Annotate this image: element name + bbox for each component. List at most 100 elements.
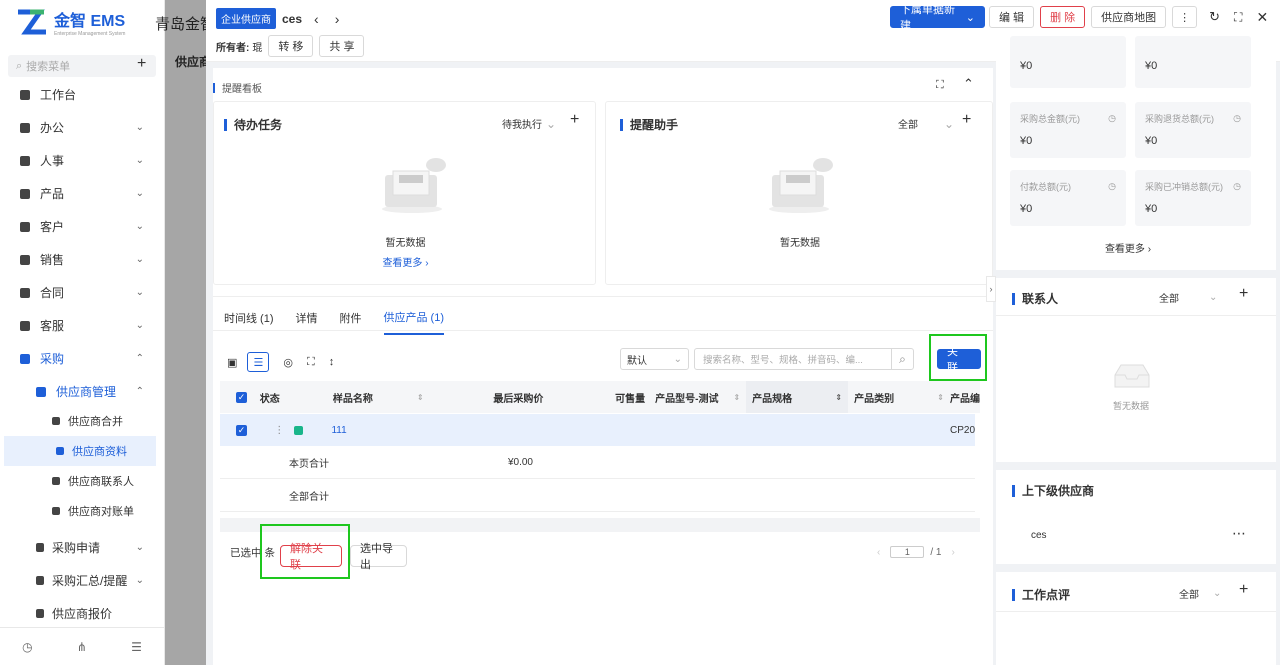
record-title: 企业供应商 ces ‹ ›	[216, 8, 339, 29]
sort-select[interactable]: 默认 ⌄	[620, 348, 689, 370]
col-status[interactable]: 状态	[260, 390, 333, 405]
row-checkbox[interactable]: ✓	[236, 424, 247, 436]
row-menu-icon[interactable]: ⋮	[274, 425, 284, 436]
sort-icon[interactable]: ⇕	[835, 393, 842, 402]
filter-icon[interactable]: ⋔	[77, 640, 87, 654]
sidebar-item-purchase-1[interactable]: 采购申请 ⌄	[0, 531, 164, 564]
supplier-map-button[interactable]: 供应商地图	[1091, 6, 1167, 28]
col-available[interactable]: 可售量	[543, 390, 645, 405]
sidebar-subitem-4[interactable]: 供应商对账单	[0, 496, 164, 526]
col-product-category[interactable]: 产品类别	[854, 390, 894, 405]
sidebar-item-contract[interactable]: 合同 ⌄	[0, 276, 164, 309]
stat-label: 付款总额(元)	[1020, 182, 1071, 192]
collapse-up-icon[interactable]: ⌃	[963, 76, 974, 92]
info-icon[interactable]: ◷	[1108, 113, 1116, 124]
contacts-filter-value: 全部	[1159, 294, 1179, 305]
col-last-price[interactable]: 最后采购价	[430, 390, 543, 405]
sidebar-item-sales[interactable]: 销售 ⌄	[0, 243, 164, 276]
card-view-icon[interactable]: ▣	[227, 356, 237, 369]
sort-icon[interactable]: ⇕	[937, 393, 944, 402]
fullscreen-icon[interactable]: ⛶	[1234, 10, 1242, 25]
search-icon[interactable]: ⌕	[891, 349, 913, 369]
document-icon	[36, 543, 44, 552]
select-all-checkbox[interactable]: ✓	[236, 391, 247, 403]
col-product-model[interactable]: 产品型号-测试	[655, 390, 718, 405]
prev-record-icon[interactable]: ‹	[314, 11, 319, 27]
todo-view-more-link[interactable]: 查看更多 ›	[214, 254, 597, 269]
more-icon[interactable]: ⋮	[1172, 6, 1198, 28]
divider	[996, 611, 1276, 612]
list-view-icon[interactable]: ☰	[247, 352, 270, 372]
sidebar-item-label: 工作台	[40, 88, 77, 102]
stats-view-more-link[interactable]: 查看更多 ›	[996, 240, 1260, 255]
add-icon[interactable]: +	[137, 55, 146, 73]
menu-collapse-icon[interactable]: ☰	[131, 640, 142, 654]
next-page-icon[interactable]: ›	[951, 547, 954, 558]
comments-filter-select[interactable]: 全部 ⌄	[1179, 586, 1221, 601]
page-input[interactable]: 1	[890, 546, 925, 558]
transfer-button[interactable]: 转 移	[268, 35, 314, 57]
sidebar-item-customer[interactable]: 客户 ⌄	[0, 210, 164, 243]
sidebar-item-people[interactable]: 人事 ⌄	[0, 144, 164, 177]
prev-page-icon[interactable]: ‹	[877, 547, 880, 558]
add-comment-icon[interactable]: +	[1239, 581, 1248, 599]
sort-icon[interactable]: ⇕	[733, 393, 740, 402]
close-icon[interactable]: ✕	[1256, 9, 1268, 26]
assistant-empty-text: 暂无数据	[780, 238, 820, 249]
edit-button[interactable]: 编 辑	[989, 6, 1035, 28]
stat-label: 采购退货总额(元)	[1145, 114, 1214, 124]
table-row[interactable]: ✓ ⋮ 111 CP20	[220, 414, 975, 446]
link-button[interactable]: 关 联	[937, 346, 981, 374]
sidebar-item-product[interactable]: 产品 ⌄	[0, 177, 164, 210]
col-product-spec[interactable]: 产品规格	[752, 390, 792, 405]
assistant-filter-select[interactable]: 全部 ⌄	[898, 116, 954, 132]
sort-icon[interactable]: ⇕	[417, 393, 424, 402]
next-record-icon[interactable]: ›	[335, 11, 340, 27]
add-todo-icon[interactable]: +	[570, 111, 579, 129]
row-sample-name[interactable]: 111	[331, 425, 426, 436]
delete-button[interactable]: 删 除	[1040, 6, 1086, 28]
menu-search-input[interactable]: ⌕ 搜索菜单	[8, 55, 156, 77]
history-icon[interactable]: ◷	[22, 640, 32, 654]
add-reminder-icon[interactable]: +	[962, 111, 971, 129]
sidebar-item-purchase[interactable]: 采购 ⌃	[0, 342, 164, 375]
col-product-code[interactable]: 产品编	[950, 390, 980, 405]
product-search-input[interactable]: 搜索名称、型号、规格、拼音码、编... ⌕	[694, 348, 914, 370]
sidebar-item-headset[interactable]: 客服 ⌄	[0, 309, 164, 342]
export-selected-button[interactable]: 选中导出	[350, 543, 407, 571]
unlink-button[interactable]: 解除关联	[280, 543, 342, 571]
sidebar-item-supplier-management[interactable]: 供应商管理 ⌃	[0, 375, 164, 408]
new-sub-document-label: 下属单据新建	[900, 4, 955, 32]
sidebar-item-purchase-3[interactable]: 供应商报价	[0, 597, 164, 630]
sidebar-subitem-3[interactable]: 供应商联系人	[0, 466, 164, 496]
add-contact-icon[interactable]: +	[1239, 285, 1248, 303]
share-button[interactable]: 共 享	[319, 35, 365, 57]
title-accent	[224, 118, 227, 131]
refresh-icon[interactable]: ↻	[1209, 9, 1220, 25]
fullscreen-table-icon[interactable]: ⛶	[307, 356, 315, 369]
expand-icon[interactable]: ⛶	[936, 79, 944, 92]
todo-filter-select[interactable]: 待我执行 ⌄	[502, 116, 556, 132]
sidebar-item-dashboard[interactable]: 工作台	[0, 78, 164, 111]
col-sample-name[interactable]: 样品名称	[333, 390, 373, 405]
info-icon[interactable]: ◷	[1233, 113, 1241, 124]
stat-value: ¥0	[1020, 203, 1033, 215]
side-panel-toggle[interactable]: ›	[986, 276, 996, 302]
sidebar-subitem-1[interactable]: 供应商合并	[0, 406, 164, 436]
stats-panel: ¥0 ¥0 采购总金额(元) ◷ ¥0 采购退货总额(元) ◷ ¥0 付款总额(元) ◷ ¥0 采购已…	[996, 36, 1276, 270]
contacts-filter-select[interactable]: 全部 ⌄	[1159, 290, 1217, 305]
hierarchy-item[interactable]: ces	[1031, 530, 1047, 541]
sidebar-item-office[interactable]: 办公 ⌄	[0, 111, 164, 144]
more-horizontal-icon[interactable]: ⋯	[1232, 525, 1246, 542]
info-icon[interactable]: ◷	[1233, 181, 1241, 192]
sidebar-subitem-2[interactable]: 供应商资料	[4, 436, 156, 466]
settings-icon[interactable]: ◎	[283, 356, 293, 369]
stat-card: 采购退货总额(元) ◷ ¥0	[1135, 102, 1251, 158]
chevron-down-icon: ⌄	[135, 254, 144, 265]
tab-4[interactable]: 供应产品 (1)	[383, 309, 444, 335]
new-sub-document-button[interactable]: 下属单据新建 ⌄	[890, 4, 985, 32]
chevron-up-icon: ⌃	[135, 353, 144, 364]
sidebar-item-purchase-2[interactable]: 采购汇总/提醒 ⌄	[0, 564, 164, 597]
row-height-icon[interactable]: ↕	[329, 356, 335, 368]
info-icon[interactable]: ◷	[1108, 181, 1116, 192]
